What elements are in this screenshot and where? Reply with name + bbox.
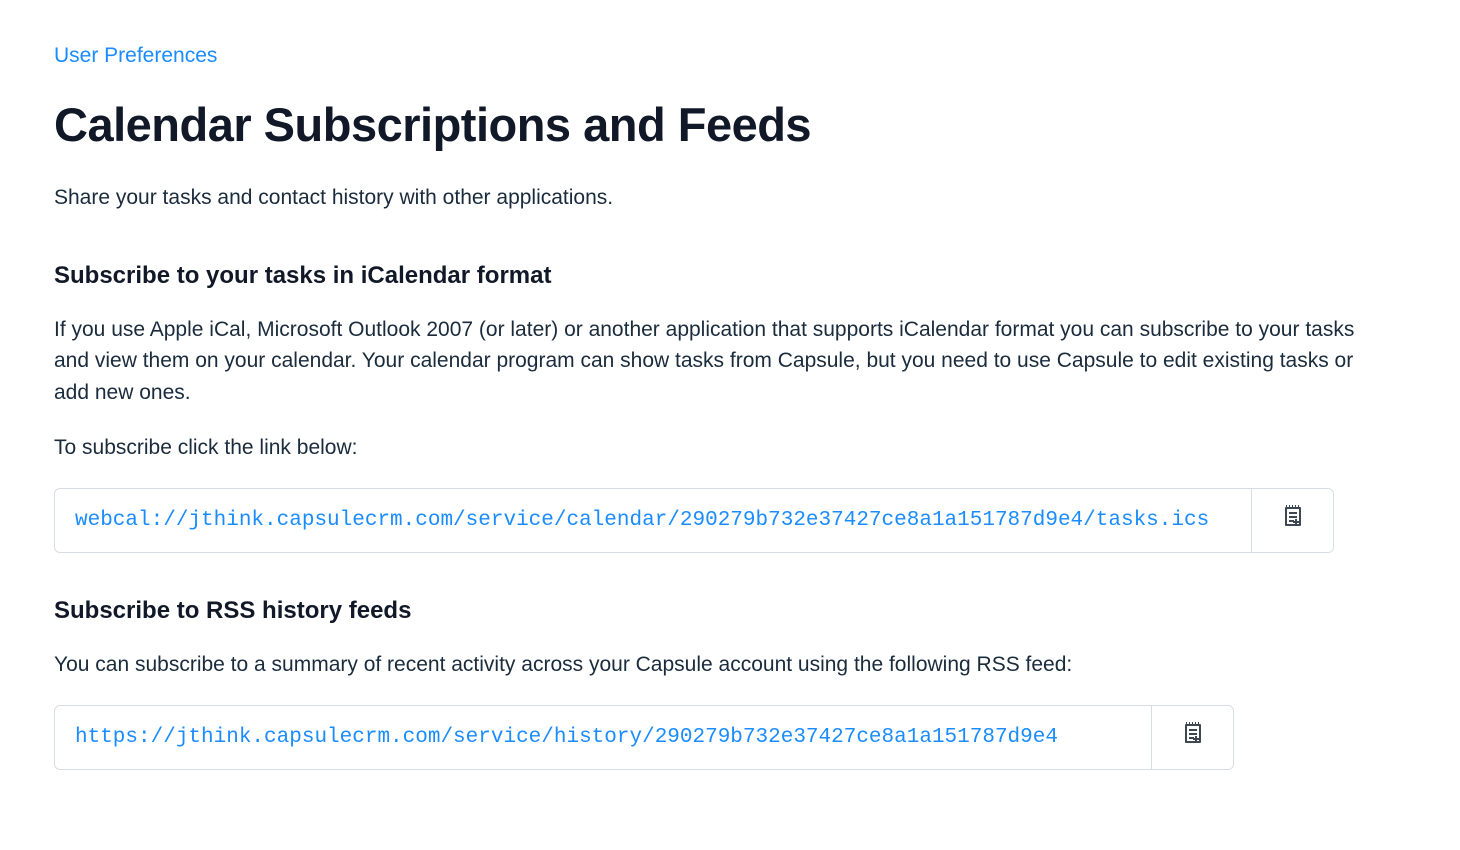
copy-icon (1181, 721, 1205, 755)
rss-url-row: https://jthink.capsulecrm.com/service/hi… (54, 705, 1234, 771)
copy-icon (1281, 504, 1305, 538)
ical-copy-button[interactable] (1251, 489, 1333, 553)
ical-url-row: webcal://jthink.capsulecrm.com/service/c… (54, 488, 1334, 554)
ical-description: If you use Apple iCal, Microsoft Outlook… (54, 314, 1394, 409)
ical-instruction: To subscribe click the link below: (54, 432, 1394, 464)
rss-copy-button[interactable] (1151, 706, 1233, 770)
rss-heading: Subscribe to RSS history feeds (54, 593, 1406, 629)
ical-heading: Subscribe to your tasks in iCalendar for… (54, 258, 1406, 294)
page-title: Calendar Subscriptions and Feeds (54, 90, 1406, 161)
rss-url-link[interactable]: https://jthink.capsulecrm.com/service/hi… (55, 706, 1151, 770)
page-intro: Share your tasks and contact history wit… (54, 182, 1406, 214)
rss-description: You can subscribe to a summary of recent… (54, 649, 1394, 681)
breadcrumb-link[interactable]: User Preferences (54, 40, 217, 72)
ical-url-link[interactable]: webcal://jthink.capsulecrm.com/service/c… (55, 489, 1251, 553)
